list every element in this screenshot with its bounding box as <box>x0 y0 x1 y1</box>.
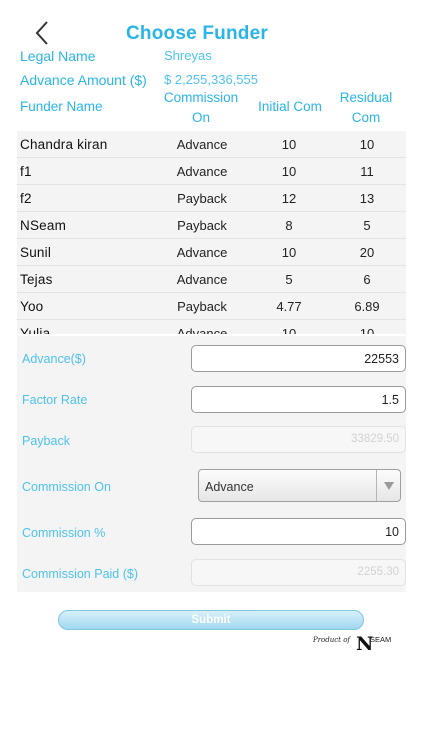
back-button[interactable] <box>30 18 56 48</box>
funder-name-cell: f2 <box>20 191 32 206</box>
col-header-commission-on-line2: On <box>191 110 210 125</box>
commission-form <box>17 336 406 592</box>
commission-on-cell: Payback <box>177 218 227 233</box>
payback-input: 33829.50 <box>191 426 406 453</box>
advance-amount-value: $ 2,255,336,555 <box>164 72 258 87</box>
chevron-left-icon <box>35 21 48 45</box>
initial-com-cell: 10 <box>281 164 297 179</box>
commission-on-cell: Payback <box>177 299 227 314</box>
funder-name-cell: Yoo <box>20 299 44 314</box>
brand-logo: Product of N SEAM <box>313 632 403 655</box>
table-row[interactable]: f1 Advance 10 11 <box>17 158 406 185</box>
col-header-commission-on: Commission On <box>156 88 246 128</box>
chevron-down-icon <box>384 482 394 490</box>
header: Choose Funder <box>0 0 422 46</box>
factor-rate-label: Factor Rate <box>22 393 88 407</box>
funder-name-cell: Chandra kiran <box>20 137 108 152</box>
residual-com-cell: 6 <box>363 272 371 287</box>
table-row[interactable]: Sunil Advance 10 20 <box>17 239 406 266</box>
commission-on-cell: Advance <box>176 245 228 260</box>
table-row[interactable]: Yoo Payback 4.77 6.89 <box>17 293 406 320</box>
funder-name-cell: Yulia <box>20 326 51 334</box>
brand-seam: SEAM <box>370 635 392 644</box>
dropdown-arrow[interactable] <box>376 470 400 501</box>
initial-com-cell: 4.77 <box>276 299 302 314</box>
residual-com-cell: 11 <box>360 164 374 179</box>
commission-on-cell: Advance <box>176 164 228 179</box>
funder-name-cell: NSeam <box>20 218 67 233</box>
commission-on-select[interactable]: Advance <box>198 469 401 502</box>
col-header-funder-name: Funder Name <box>20 99 103 114</box>
commission-on-cell: Payback <box>177 191 227 206</box>
col-header-residual-com-line2: Com <box>351 110 381 125</box>
residual-com-cell: 20 <box>359 245 375 260</box>
initial-com-cell: 5 <box>285 272 293 287</box>
submit-button[interactable]: Submit <box>58 610 364 630</box>
table-row[interactable]: Tejas Advance 5 6 <box>17 266 406 293</box>
legal-name-value: Shreyas <box>164 48 212 63</box>
commission-on-selected: Advance <box>205 480 254 494</box>
table-row[interactable]: Yulia Advance 10 10 <box>17 320 406 334</box>
initial-com-cell: 8 <box>285 218 293 233</box>
brand-product-of: Product of <box>313 636 351 644</box>
commission-pct-label: Commission % <box>22 526 106 540</box>
advance-input[interactable]: 22553 <box>191 345 406 372</box>
residual-com-cell: 10 <box>359 326 375 334</box>
commission-on-label: Commission On <box>22 480 111 494</box>
residual-com-cell: 13 <box>359 191 375 206</box>
residual-com-cell: 6.89 <box>354 299 380 314</box>
initial-com-cell: 10 <box>281 245 297 260</box>
initial-com-cell: 10 <box>281 326 297 334</box>
payback-label: Payback <box>22 434 70 448</box>
factor-rate-input[interactable]: 1.5 <box>191 386 406 413</box>
funder-table[interactable]: Chandra kiran Advance 10 10 f1 Advance 1… <box>17 131 406 334</box>
commission-on-cell: Advance <box>176 272 228 287</box>
legal-name-label: Legal Name <box>20 48 96 64</box>
funder-name-cell: Tejas <box>20 272 53 287</box>
initial-com-cell: 12 <box>281 191 297 206</box>
commission-paid-label: Commission Paid ($) <box>22 567 139 581</box>
residual-com-cell: 5 <box>363 218 371 233</box>
col-header-residual-com-line1: Residual <box>339 90 393 105</box>
advance-amount-label: Advance Amount ($) <box>20 72 147 88</box>
commission-on-cell: Advance <box>176 137 228 152</box>
col-header-initial-com: Initial Com <box>258 99 322 114</box>
table-row[interactable]: NSeam Payback 8 5 <box>17 212 406 239</box>
residual-com-cell: 10 <box>359 137 375 152</box>
funder-name-cell: f1 <box>20 164 32 179</box>
commission-pct-input[interactable]: 10 <box>191 518 406 545</box>
col-header-commission-on-line1: Commission <box>163 90 239 105</box>
page-title: Choose Funder <box>126 23 268 44</box>
commission-paid-input: 2255.30 <box>191 559 406 586</box>
funder-name-cell: Sunil <box>20 245 52 260</box>
advance-label: Advance($) <box>22 352 86 366</box>
table-row[interactable]: Chandra kiran Advance 10 10 <box>17 131 406 158</box>
commission-on-cell: Advance <box>176 326 228 334</box>
table-row[interactable]: f2 Payback 12 13 <box>17 185 406 212</box>
col-header-residual-com: Residual Com <box>330 88 402 128</box>
initial-com-cell: 10 <box>281 137 297 152</box>
